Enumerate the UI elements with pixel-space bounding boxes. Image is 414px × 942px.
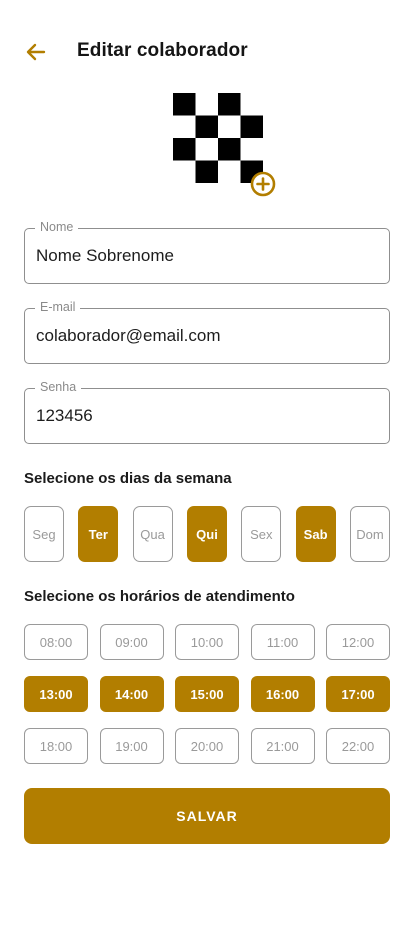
name-input[interactable] [36, 229, 376, 283]
avatar[interactable] [173, 93, 263, 183]
hour-2000[interactable]: 20:00 [175, 728, 239, 764]
days-section-title: Selecione os dias da semana [24, 470, 232, 487]
hour-1200[interactable]: 12:00 [326, 624, 390, 660]
day-seg[interactable]: Seg [24, 506, 64, 562]
hour-1100[interactable]: 11:00 [250, 624, 315, 660]
hour-0900[interactable]: 09:00 [99, 624, 164, 660]
arrow-left-icon [26, 43, 46, 61]
password-input[interactable] [36, 389, 376, 443]
email-input[interactable] [36, 309, 376, 363]
email-field: E-mail [24, 300, 390, 364]
password-field: Senha [24, 380, 390, 444]
day-sex[interactable]: Sex [241, 506, 282, 562]
hours-selector: 08:00 09:00 10:00 11:00 12:00 13:00 14:0… [24, 624, 390, 764]
app-header: Editar colaborador [0, 0, 414, 100]
hour-2100[interactable]: 21:00 [250, 728, 315, 764]
hours-section-title: Selecione os horários de atendimento [24, 588, 295, 605]
day-qui[interactable]: Qui [187, 506, 227, 562]
avatar-container [173, 93, 277, 197]
hour-1400[interactable]: 14:00 [99, 676, 164, 712]
back-button[interactable] [22, 38, 50, 66]
day-ter[interactable]: Ter [78, 506, 119, 562]
day-sab[interactable]: Sab [295, 506, 336, 562]
hour-1700[interactable]: 17:00 [326, 676, 390, 712]
hour-1600[interactable]: 16:00 [250, 676, 315, 712]
hour-1900[interactable]: 19:00 [99, 728, 164, 764]
page-title: Editar colaborador [77, 40, 248, 61]
days-selector: Seg Ter Qua Qui Sex Sab Dom [24, 506, 390, 562]
hour-1800[interactable]: 18:00 [24, 728, 88, 764]
hour-1300[interactable]: 13:00 [24, 676, 88, 712]
hour-2200[interactable]: 22:00 [326, 728, 390, 764]
hour-0800[interactable]: 08:00 [24, 624, 88, 660]
hour-1000[interactable]: 10:00 [175, 624, 239, 660]
hour-1500[interactable]: 15:00 [175, 676, 239, 712]
plus-circle-icon[interactable] [250, 171, 276, 197]
name-field: Nome [24, 220, 390, 284]
save-button[interactable]: SALVAR [24, 788, 390, 844]
day-qua[interactable]: Qua [132, 506, 173, 562]
day-dom[interactable]: Dom [350, 506, 390, 562]
